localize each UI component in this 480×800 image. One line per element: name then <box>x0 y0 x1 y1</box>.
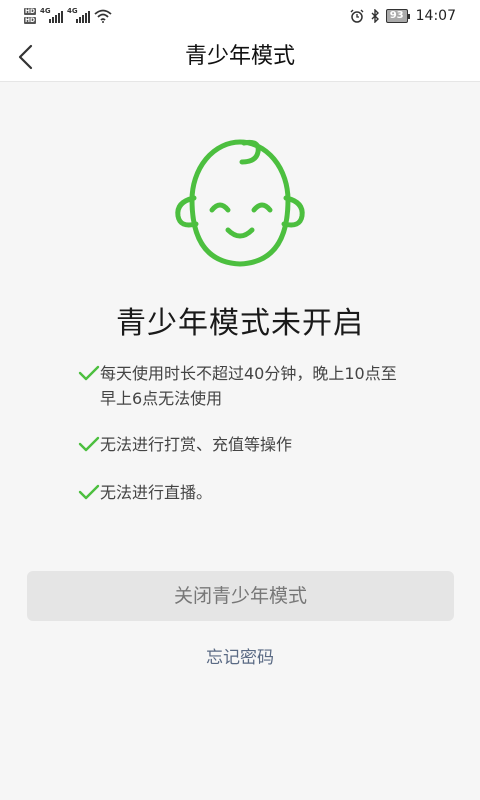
wifi-icon <box>94 9 112 23</box>
status-time: 14:07 <box>415 8 456 24</box>
network-type: 4G <box>40 7 51 15</box>
close-teen-mode-button[interactable]: 关闭青少年模式 <box>27 571 454 621</box>
network-type: 4G <box>67 7 78 15</box>
signal-icon: 4G <box>67 7 91 23</box>
status-left: HD HD 4G 4G <box>24 6 112 26</box>
rule-item: 每天使用时长不超过40分钟，晚上10点至早上6点无法使用 <box>78 361 408 411</box>
rule-item: 无法进行直播。 <box>78 480 212 505</box>
alarm-icon <box>350 9 364 23</box>
rule-text: 每天使用时长不超过40分钟，晚上10点至早上6点无法使用 <box>100 364 397 408</box>
status-bar: HD HD 4G 4G 93 14:07 <box>0 0 480 32</box>
status-title: 青少年模式未开启 <box>116 306 364 341</box>
check-icon <box>78 484 100 500</box>
page-title: 青少年模式 <box>184 44 295 69</box>
hd-indicators: HD HD <box>24 8 37 24</box>
hd-tag: HD <box>24 8 37 15</box>
rule-text: 无法进行直播。 <box>100 483 213 502</box>
back-button[interactable] <box>6 37 46 77</box>
rule-item: 无法进行打赏、充值等操作 <box>78 432 292 457</box>
hd-tag: HD <box>24 17 37 24</box>
baby-face-icon <box>175 139 305 267</box>
check-icon <box>78 365 100 381</box>
battery-level: 93 <box>385 9 408 23</box>
bluetooth-icon <box>371 9 379 23</box>
battery-icon: 93 <box>385 9 410 23</box>
rule-text: 无法进行打赏、充值等操作 <box>100 435 293 454</box>
signal-icon: 4G <box>40 7 64 23</box>
check-icon <box>78 436 100 452</box>
forgot-password-link[interactable]: 忘记密码 <box>0 643 480 668</box>
chevron-left-icon <box>18 44 33 70</box>
nav-bar: 青少年模式 <box>0 32 480 82</box>
status-right: 93 14:07 <box>350 6 456 26</box>
